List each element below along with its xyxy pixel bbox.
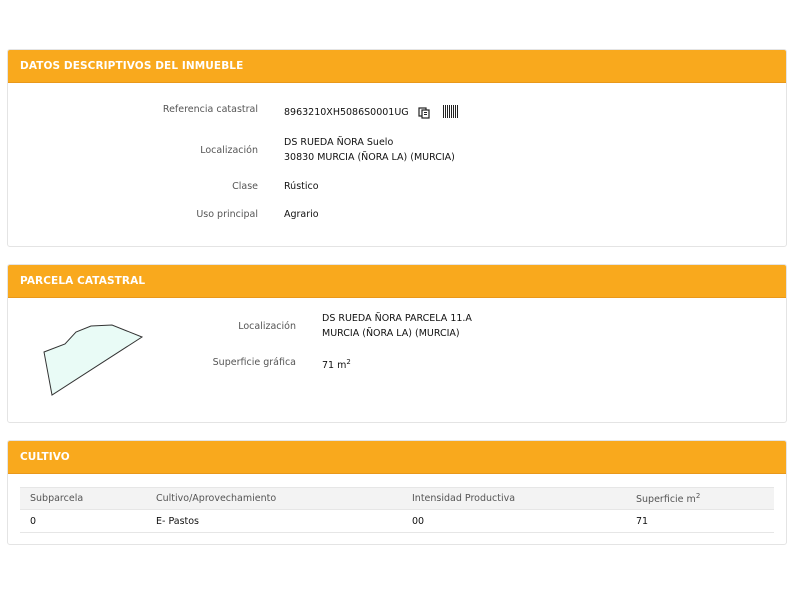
cell-superficie: 71	[626, 509, 774, 533]
cultivo-table: Subparcela Cultivo/Aprovechamiento Inten…	[20, 487, 774, 533]
clase-value: Rústico	[284, 181, 319, 192]
cultivo-panel: CULTIVO Subparcela Cultivo/Aprovechamien…	[7, 440, 787, 545]
localizacion-line1: DS RUEDA ÑORA Suelo	[284, 137, 394, 148]
localizacion-line2: 30830 MURCIA (ÑORA LA) (MURCIA)	[284, 152, 455, 163]
col-intensidad: Intensidad Productiva	[402, 487, 626, 510]
superficie-grafica-value: 71 m2	[322, 355, 351, 373]
cell-cultivo: E- Pastos	[146, 509, 402, 533]
superficie-grafica-unit-sup: 2	[346, 358, 351, 366]
col-superficie-sup: 2	[695, 491, 701, 500]
uso-principal-label: Uso principal	[196, 209, 258, 220]
col-cultivo: Cultivo/Aprovechamiento	[146, 487, 402, 510]
parcela-localizacion-label: Localización	[238, 321, 296, 332]
barcode-icon[interactable]	[443, 105, 459, 118]
datos-descriptivos-header: DATOS DESCRIPTIVOS DEL INMUEBLE	[8, 50, 786, 83]
table-row: 0 E- Pastos 00 71	[20, 509, 774, 533]
copy-icon[interactable]	[418, 107, 430, 119]
superficie-grafica-number: 71 m	[322, 360, 347, 372]
datos-descriptivos-panel: DATOS DESCRIPTIVOS DEL INMUEBLE Referenc…	[7, 49, 787, 247]
referencia-label: Referencia catastral	[162, 104, 258, 115]
parcela-localizacion-line2: MURCIA (ÑORA LA) (MURCIA)	[322, 328, 460, 339]
col-superficie: Superficie m2	[626, 487, 774, 510]
cell-intensidad: 00	[402, 509, 626, 533]
localizacion-label: Localización	[200, 145, 258, 156]
cultivo-table-header-row: Subparcela Cultivo/Aprovechamiento Inten…	[20, 487, 774, 510]
uso-principal-value: Agrario	[284, 209, 319, 220]
col-superficie-text: Superficie m	[636, 494, 696, 506]
clase-label: Clase	[232, 181, 258, 192]
parcela-localizacion-line1: DS RUEDA ÑORA PARCELA 11.A	[322, 313, 472, 324]
superficie-grafica-label: Superficie gráfica	[212, 357, 296, 368]
parcel-map-shape	[43, 324, 144, 396]
col-subparcela: Subparcela	[20, 487, 146, 510]
parcela-catastral-header: PARCELA CATASTRAL	[8, 265, 786, 298]
referencia-value: 8963210XH5086S0001UG	[284, 107, 409, 118]
parcela-catastral-panel: PARCELA CATASTRAL Localización DS RUEDA …	[7, 264, 787, 423]
cell-subparcela: 0	[20, 509, 146, 533]
cultivo-header: CULTIVO	[8, 441, 786, 474]
